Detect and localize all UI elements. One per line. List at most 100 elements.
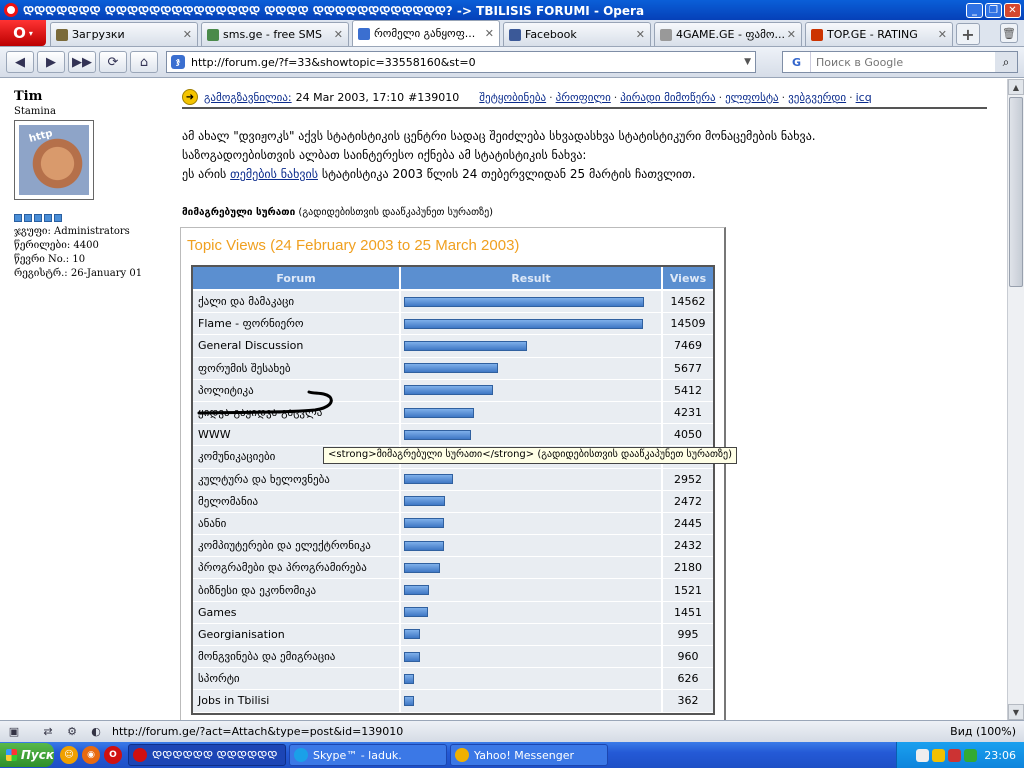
panel-toggle-icon[interactable]: ▣ xyxy=(4,724,24,740)
views-count: 5677 xyxy=(663,357,713,379)
table-row: General Discussion 7469 xyxy=(193,335,713,358)
post-link-pm[interactable]: პირადი მიმოწერა xyxy=(620,91,715,104)
post-link-icq[interactable]: icq xyxy=(856,91,872,104)
table-row: Games 1451 xyxy=(193,601,713,624)
close-tab-icon[interactable]: ✕ xyxy=(636,28,645,41)
search-icon[interactable]: ⌕ xyxy=(995,52,1017,72)
post-line-3-pre: ეს არის xyxy=(182,167,227,181)
browser-tab[interactable]: 4GAME.GE - ფამო... ✕ xyxy=(654,22,802,46)
tray-icon[interactable] xyxy=(916,748,930,762)
user-title: Stamina xyxy=(14,106,56,117)
table-row: WWW 4050 xyxy=(193,424,713,447)
closed-tabs-trash-icon[interactable]: 🗑 xyxy=(1000,23,1018,43)
col-header-views: Views xyxy=(669,271,707,285)
vertical-scrollbar[interactable]: ▲ ▼ xyxy=(1007,79,1024,720)
user-posts: წერილები: 4400 xyxy=(14,240,99,251)
post-date-label[interactable]: გამოგზავნილია: xyxy=(204,91,292,104)
views-bar xyxy=(404,518,444,529)
turbo-icon[interactable]: ⇄ xyxy=(38,724,58,740)
close-window-button[interactable]: ✕ xyxy=(1004,2,1021,18)
windows-flag-icon xyxy=(6,749,17,761)
views-bar xyxy=(404,562,440,573)
user-group: ჯგუფი: Administrators xyxy=(14,226,130,237)
opera-logo-icon xyxy=(4,3,18,17)
back-button[interactable]: ◀ xyxy=(6,51,34,73)
search-box[interactable]: G ⌕ xyxy=(782,51,1018,73)
zoom-level[interactable]: Вид (100%) xyxy=(950,725,1016,738)
forward-button[interactable]: ▶ xyxy=(37,51,65,73)
scroll-down-icon[interactable]: ▼ xyxy=(1008,704,1024,720)
table-row: ფორუმის შესახებ 5677 xyxy=(193,357,713,380)
forum-name: Games xyxy=(193,601,401,623)
address-input[interactable] xyxy=(191,55,745,69)
rank-pip-icon xyxy=(44,214,52,222)
topic-views-link[interactable]: თემების ნახვის xyxy=(230,167,318,181)
opera-menu-button[interactable]: O ▾ xyxy=(0,20,46,46)
browser-tab[interactable]: Загрузки ✕ xyxy=(50,22,198,46)
views-bar xyxy=(404,695,414,706)
taskbar-button[interactable]: Yahoo! Messenger xyxy=(450,744,608,766)
browser-tab[interactable]: TOP.GE - RATING ✕ xyxy=(805,22,953,46)
home-button[interactable]: ⌂ xyxy=(130,51,158,73)
browser-tab[interactable]: Facebook ✕ xyxy=(503,22,651,46)
google-icon[interactable]: G xyxy=(783,52,811,72)
avatar xyxy=(14,120,94,200)
new-tab-button[interactable]: + xyxy=(956,23,980,45)
close-tab-icon[interactable]: ✕ xyxy=(938,28,947,41)
quick-launch: ☺ ◉ O xyxy=(60,746,122,764)
browser-tab[interactable]: რომელი განყოფ... ✕ xyxy=(352,20,500,46)
tray-icon[interactable] xyxy=(932,748,946,762)
post-number: #139010 xyxy=(408,90,460,104)
messenger-icon[interactable]: ☺ xyxy=(60,746,78,764)
close-tab-icon[interactable]: ✕ xyxy=(485,27,494,40)
table-row: Flame - ფორნიერო 14509 xyxy=(193,313,713,336)
unite-icon[interactable]: ⚙ xyxy=(62,724,82,740)
speed-dial-icon[interactable]: ◐ xyxy=(86,724,106,740)
browser-tab[interactable]: sms.ge - free SMS ✕ xyxy=(201,22,349,46)
address-bar[interactable]: ჯ ▼ xyxy=(166,51,756,73)
opera-icon xyxy=(133,748,147,762)
restore-button[interactable]: ❐ xyxy=(985,2,1002,18)
close-tab-icon[interactable]: ✕ xyxy=(334,28,343,41)
attached-image-caption: მიმაგრებული სურათი (გადიდებისთვის დააწკა… xyxy=(182,207,493,218)
firefox-icon[interactable]: ◉ xyxy=(82,746,100,764)
facebook-icon xyxy=(509,28,521,41)
tray-icon[interactable] xyxy=(964,748,978,762)
taskbar-button[interactable]: Skype™ - laduk. xyxy=(289,744,447,766)
rank-pip-icon xyxy=(14,214,22,222)
reload-button[interactable]: ⟳ xyxy=(99,51,127,73)
post-link-email[interactable]: ელფოსტა xyxy=(725,91,779,104)
result-cell xyxy=(401,512,663,535)
search-input[interactable] xyxy=(811,55,995,69)
post-arrow-icon[interactable]: ➜ xyxy=(182,89,198,105)
tray-icon[interactable] xyxy=(948,748,962,762)
fast-forward-button[interactable]: ▶▶ xyxy=(68,51,96,73)
views-bar xyxy=(404,429,471,440)
views-bar xyxy=(404,318,643,329)
skype-icon xyxy=(294,748,308,762)
stats-table: Forum Result Views ქალი და მამაკაცი 14562… xyxy=(191,265,715,715)
scroll-up-icon[interactable]: ▲ xyxy=(1008,79,1024,95)
address-dropdown-icon[interactable]: ▼ xyxy=(744,57,751,67)
views-count: 2445 xyxy=(663,512,713,535)
chart-title: Topic Views (24 February 2003 to 25 Marc… xyxy=(187,237,520,254)
caption-rest: (გადიდებისთვის დააწკაპუნეთ სურათზე) xyxy=(298,207,494,218)
start-button[interactable]: Пуск xyxy=(0,743,54,767)
minimize-button[interactable]: _ xyxy=(966,2,983,18)
views-count: 4231 xyxy=(663,401,713,424)
views-count: 2432 xyxy=(663,535,713,557)
views-bar xyxy=(404,540,444,551)
table-row: ბიზნესი და ეკონომიკა 1521 xyxy=(193,579,713,602)
attached-image[interactable]: Topic Views (24 February 2003 to 25 Marc… xyxy=(180,227,726,720)
tab-label: TOP.GE - RATING xyxy=(827,28,918,41)
close-tab-icon[interactable]: ✕ xyxy=(787,28,796,41)
result-cell xyxy=(401,313,663,335)
post-link-profile[interactable]: პროფილი xyxy=(556,91,611,104)
username[interactable]: Tim xyxy=(14,89,164,104)
taskbar-button[interactable]: ᲓᲓᲓᲓᲓᲓ ᲓᲓᲓᲓᲓᲓ xyxy=(128,744,286,766)
opera-icon[interactable]: O xyxy=(104,746,122,764)
post-link-website[interactable]: ვებგვერდი xyxy=(788,91,846,104)
scroll-thumb[interactable] xyxy=(1009,97,1023,287)
close-tab-icon[interactable]: ✕ xyxy=(183,28,192,41)
post-link-message[interactable]: შეტყობინება xyxy=(479,91,546,104)
